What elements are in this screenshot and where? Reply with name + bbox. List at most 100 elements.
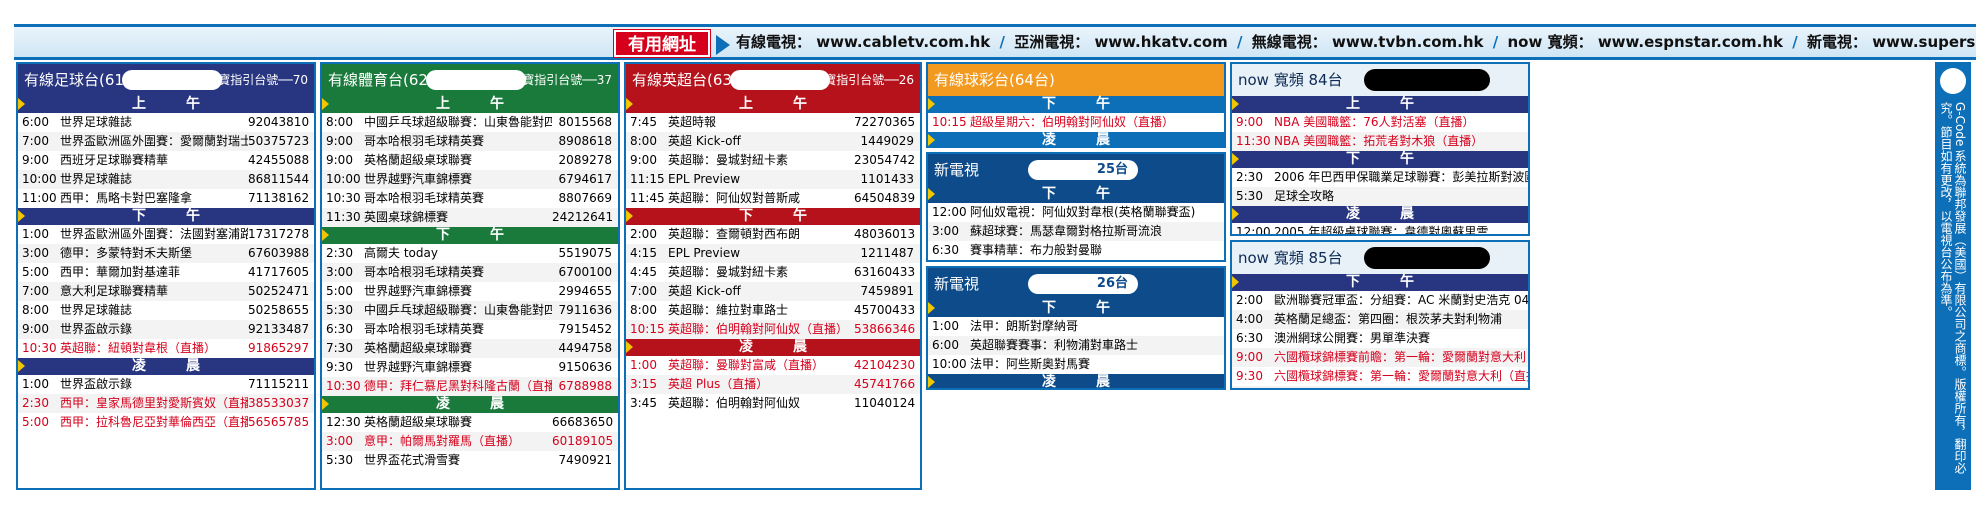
programme-row[interactable]: 11:30 NBA 美國職籃：拓荒者對木狼（直播） — [1232, 132, 1528, 151]
programme-row[interactable]: 10:15 英超聯：伯明翰對阿仙奴（直播） 53866346 — [626, 320, 920, 339]
programme-row[interactable]: 12:00 阿仙奴電視：阿仙奴對韋根(英格蘭聯賽盃) — [928, 203, 1224, 222]
programme-list: 2:00 英超聯：查爾頓對西布朗 48036013 4:15 EPL Preview 12… — [626, 225, 920, 339]
programme-row[interactable]: 11:30六國欖球錦標賽：第一輪：英格蘭對威爾斯（直播） — [1232, 386, 1528, 388]
programme-row[interactable]: 2:30 2006 年巴西甲保職業足球聯賽：彭美拉斯對波圖基沙 — [1232, 168, 1528, 187]
programme-row[interactable]: 3:00 蘇超球賽：馬瑟韋爾對格拉斯哥流浪 — [928, 222, 1224, 241]
arrow-icon — [716, 35, 730, 55]
programme-row[interactable]: 4:45 英超聯：曼城對紐卡素 63160433 — [626, 263, 920, 282]
programme-row[interactable]: 1:00 世界盃歐洲區外圍賽：法國對塞浦路斯 17317278 — [18, 225, 314, 244]
link-newtv[interactable]: www.supersun.com.hk — [1872, 33, 1976, 51]
programme-row[interactable]: 9:30 六國欖球錦標賽：第一輪：愛爾蘭對意大利（直播） — [1232, 367, 1528, 386]
programme-row[interactable]: 10:00 世界越野汽車錦標賽 6794617 — [322, 170, 618, 189]
programme-row[interactable]: 5:00 西甲：華爾加對基達菲 41717605 — [18, 263, 314, 282]
programme-row[interactable]: 7:00 英超 Kick-off 7459891 — [626, 282, 920, 301]
programme-row[interactable]: 1:00 世界盃啟示錄 71115211 — [18, 375, 314, 394]
programme-row[interactable]: 3:00 哥本哈根羽毛球精英賽 6700100 — [322, 263, 618, 282]
programme-row[interactable]: 11:15 EPL Preview 1101433 — [626, 170, 920, 189]
programme-row[interactable]: 9:00 六國欖球錦標賽前瞻：第一輪：愛爾蘭對意大利（直播） — [1232, 348, 1528, 367]
gcode-number: 48036013 — [854, 227, 916, 241]
programme-list: 12:30 英格蘭超級桌球聯賽 66683650 3:00 意甲：帕爾馬對羅馬（直播） 6… — [322, 413, 618, 470]
programme-row[interactable]: 11:00 西甲：馬略卡對巴塞隆拿 71138162 — [18, 189, 314, 208]
link-now[interactable]: www.espnstar.com.hk — [1598, 33, 1783, 51]
gcode-number: 67603988 — [248, 246, 310, 260]
section-header: 凌晨 — [1232, 206, 1528, 223]
programme-row[interactable]: 8:00 中國乒乓球超級聯賽：山東魯能對四川全興 8015568 — [322, 113, 618, 132]
programme-row[interactable]: 4:00 英格蘭足總盃：第四圈：根茨茅夫對利物浦 — [1232, 310, 1528, 329]
programme-list: 1:00 法甲：朗斯對摩納哥 6:00 英超聯賽賽事：利物浦對車路士 10:00 法甲：阿… — [928, 317, 1224, 374]
programme-time: 8:00 — [630, 303, 657, 317]
programme-row[interactable]: 6:30 賽事精華：布力般對曼聯 — [928, 241, 1224, 260]
programme-row[interactable]: 3:00 德甲：多蒙特對禾夫斯堡 67603988 — [18, 244, 314, 263]
programme-row[interactable]: 7:00 意大利足球聯賽精華 50252471 — [18, 282, 314, 301]
programme-row[interactable]: 5:00 西甲：拉科魯尼亞對華倫西亞（直播） 56565785 — [18, 413, 314, 432]
programme-row[interactable]: 7:45 英超時報 72270365 — [626, 113, 920, 132]
programme-row[interactable]: 2:30 西甲：皇家馬德里對愛斯賓奴（直播） 38533037 — [18, 394, 314, 413]
section-header: 下午 — [928, 96, 1224, 113]
programme-row[interactable]: 3:45 英超聯：伯明翰對阿仙奴 11040124 — [626, 394, 920, 413]
programme-row[interactable]: 8:00 英超 Kick-off 1449029 — [626, 132, 920, 151]
programme-row[interactable]: 4:15 EPL Preview 1211487 — [626, 244, 920, 263]
programme-row[interactable]: 5:30 中國乒乓球超級聯賽：山東魯能對四川全興 7911636 — [322, 301, 618, 320]
programme-time: 6:30 — [1236, 331, 1263, 345]
programme-row[interactable]: 3:00 意甲：帕爾馬對羅馬（直播） 60189105 — [322, 432, 618, 451]
gcode-number: 6794617 — [558, 172, 612, 186]
programme-row[interactable]: 10:00曼聯飛備戰賽事精華：曼聯對紐卡素 — [928, 260, 1224, 262]
gcode-logo-icon — [1940, 68, 1966, 94]
programme-row[interactable]: 9:00 英格蘭超級桌球聯賽 2089278 — [322, 151, 618, 170]
programme-time: 3:00 — [22, 246, 49, 260]
programme-row[interactable]: 1:00 英超聯：曼聯對富咸（直播） 42104230 — [626, 356, 920, 375]
programme-time: 10:30 — [326, 379, 361, 393]
programme-row[interactable]: 12:00 2005 年超級桌球聯賽：韋德對奧蘇里雲 — [1232, 223, 1528, 236]
programme-row[interactable]: 7:00 世界盃歐洲區外圍賽：愛爾蘭對瑞士 50375723 — [18, 132, 314, 151]
programme-row[interactable]: 5:30 足球全攻略 — [1232, 187, 1528, 206]
programme-row[interactable]: 2:30 高爾夫 today 5519075 — [322, 244, 618, 263]
programme-row[interactable]: 11:30 英國桌球錦標賽 24212641 — [322, 208, 618, 227]
programme-title: 西班牙足球聯賽精華 — [60, 153, 169, 167]
programme-row[interactable]: 10:30 英超聯：紐頓對韋根（直播） 91865297 — [18, 339, 314, 358]
programme-row[interactable]: 5:00 世界越野汽車錦標賽 2994655 — [322, 282, 618, 301]
programme-row[interactable]: 2:00 歐洲聯賽冠軍盃：分組賽：AC 米蘭對史浩克 04 — [1232, 291, 1528, 310]
programme-row[interactable]: 9:00 世界盃啟示錄 92133487 — [18, 320, 314, 339]
programme-time: 3:00 — [326, 265, 353, 279]
programme-time: 8:00 — [630, 134, 657, 148]
gcode-number: 6700100 — [558, 265, 612, 279]
programme-time: 12:00 — [1236, 225, 1271, 236]
programme-row[interactable]: 6:30 澳洲網球公開賽：男單準決賽 — [1232, 329, 1528, 348]
programme-row[interactable]: 9:30 世界越野汽車錦標賽 9150636 — [322, 358, 618, 377]
programme-row[interactable]: 10:00 世界足球雜誌 86811544 — [18, 170, 314, 189]
channel-title: 有線球彩台(64台) — [934, 71, 1055, 89]
programme-row[interactable]: 9:00 NBA 美國職籃：76人對活塞（直播） — [1232, 113, 1528, 132]
link-tvb[interactable]: www.tvbn.com.hk — [1332, 33, 1484, 51]
programme-row[interactable]: 7:30 英格蘭超級桌球聯賽 4494758 — [322, 339, 618, 358]
gcode-number: 7915452 — [558, 322, 612, 336]
programme-row[interactable]: 10:00 法甲：阿些斯奧對馬賽 — [928, 355, 1224, 374]
programme-list: 7:45 英超時報 72270365 8:00 英超 Kick-off 1449029 9:… — [626, 113, 920, 208]
programme-row[interactable]: 9:00 英超聯：曼城對紐卡素 23054742 — [626, 151, 920, 170]
programme-row[interactable]: 10:30 德甲：拜仁慕尼黑對科隆古蘭（直播） 6788988 — [322, 377, 618, 396]
programme-row[interactable]: 2:00 英超聯：查爾頓對西布朗 48036013 — [626, 225, 920, 244]
programme-row[interactable]: 8:00 世界足球雜誌 50258655 — [18, 301, 314, 320]
programme-row[interactable]: 10:30 哥本哈根羽毛球精英賽 8807669 — [322, 189, 618, 208]
programme-row[interactable]: 8:00 英超聯：維拉對車路士 45700433 — [626, 301, 920, 320]
programme-list: 12:002005 年超級桌球聯賽：韋德對奧蘇里雲1:572006 年巴西足球（… — [1232, 223, 1528, 236]
programme-row[interactable]: 6:30 哥本哈根羽毛球精英賽 7915452 — [322, 320, 618, 339]
programme-row[interactable]: 12:30 英格蘭超級桌球聯賽 66683650 — [322, 413, 618, 432]
programme-time: 10:00 — [932, 260, 970, 262]
gcode-number: 50252471 — [248, 284, 310, 298]
gcode-number: 23054742 — [854, 153, 916, 167]
programme-time: 2:00 — [1236, 293, 1263, 307]
link-atv[interactable]: www.hkatv.com — [1094, 33, 1227, 51]
programme-row[interactable]: 6:00 英超聯賽賽事：利物浦對車路士 — [928, 336, 1224, 355]
programme-row[interactable]: 5:30 世界盃花式滑雪賽 7490921 — [322, 451, 618, 470]
section-header: 上午 — [18, 96, 314, 113]
programme-row[interactable]: 9:00 西班牙足球聯賽精華 42455088 — [18, 151, 314, 170]
programme-row[interactable]: 10:15 超級星期六：伯明翰對阿仙奴（直播） — [928, 113, 1224, 132]
programme-row[interactable]: 6:00 世界足球雜誌 92043810 — [18, 113, 314, 132]
programme-row[interactable]: 9:00 哥本哈根羽毛球精英賽 8908618 — [322, 132, 618, 151]
programme-row[interactable]: 1:00 法甲：朗斯對摩納哥 — [928, 317, 1224, 336]
link-cable[interactable]: www.cabletv.com.hk — [816, 33, 990, 51]
programme-row[interactable]: 3:15 英超 Plus（直播） 45741766 — [626, 375, 920, 394]
programme-time: 9:00 — [1236, 350, 1263, 364]
programme-row[interactable]: 11:45 英超聯：阿仙奴對普斯咸 64504839 — [626, 189, 920, 208]
section-header: 凌晨 — [322, 396, 618, 413]
